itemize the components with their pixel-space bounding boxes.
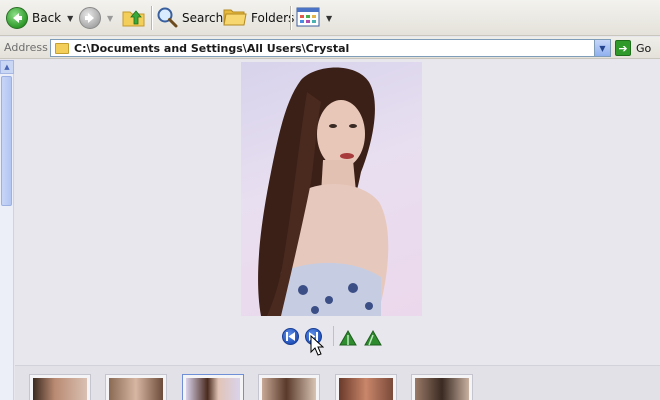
toolbar: Back ▼ ▼ Search Folders ▼ — [0, 0, 660, 36]
preview-photo — [241, 62, 422, 316]
back-dropdown-icon[interactable]: ▼ — [67, 14, 73, 23]
thumbnail[interactable] — [335, 374, 397, 400]
thumbnail[interactable] — [411, 374, 473, 400]
toolbar-separator — [151, 6, 152, 30]
folder-icon — [55, 42, 69, 54]
rotate-counterclockwise-button[interactable] — [364, 329, 382, 346]
filmstrip — [15, 365, 660, 400]
search-label: Search — [182, 11, 224, 25]
folder-up-icon — [122, 6, 146, 31]
back-arrow-icon — [6, 7, 28, 29]
controls-separator — [333, 326, 334, 346]
forward-button[interactable]: ▼ — [79, 5, 113, 31]
folders-button[interactable]: Folders — [223, 5, 294, 31]
folders-label: Folders — [251, 11, 295, 25]
folders-icon — [223, 7, 247, 30]
views-icon — [296, 7, 320, 30]
views-button[interactable]: ▼ — [296, 5, 332, 31]
scroll-up-icon[interactable]: ▲ — [0, 60, 14, 74]
back-button[interactable]: Back ▼ — [6, 5, 73, 31]
search-button[interactable]: Search — [156, 5, 223, 31]
thumbnail[interactable] — [105, 374, 167, 400]
rotate-counterclockwise-icon — [364, 329, 382, 346]
scroll-thumb[interactable] — [1, 76, 12, 206]
toolbar-separator — [290, 6, 291, 30]
forward-dropdown-icon[interactable]: ▼ — [107, 14, 113, 23]
go-button[interactable]: ➔ Go — [615, 40, 651, 56]
thumbnail[interactable] — [258, 374, 320, 400]
previous-image-button[interactable] — [282, 328, 299, 345]
up-folder-button[interactable] — [122, 5, 146, 31]
rotate-clockwise-button[interactable] — [339, 329, 357, 346]
address-label: Address — [4, 41, 48, 54]
image-viewer — [15, 60, 660, 400]
address-path: C:\Documents and Settings\All Users\Crys… — [74, 41, 350, 55]
vertical-scrollbar[interactable]: ▲ — [0, 60, 14, 400]
back-label: Back — [32, 11, 62, 25]
mouse-cursor-icon — [310, 334, 325, 360]
go-arrow-icon: ➔ — [615, 40, 631, 56]
address-bar: Address C:\Documents and Settings\All Us… — [0, 37, 660, 59]
forward-arrow-icon — [79, 7, 101, 29]
views-dropdown-icon[interactable]: ▼ — [326, 14, 332, 23]
thumbnail-selected[interactable] — [182, 374, 244, 400]
search-icon — [156, 6, 178, 31]
address-input[interactable]: C:\Documents and Settings\All Users\Crys… — [50, 39, 611, 57]
thumbnail[interactable] — [29, 374, 91, 400]
go-label: Go — [636, 41, 652, 55]
address-dropdown-icon[interactable]: ▼ — [594, 40, 610, 56]
rotate-clockwise-icon — [339, 329, 357, 346]
previous-icon — [286, 332, 295, 341]
